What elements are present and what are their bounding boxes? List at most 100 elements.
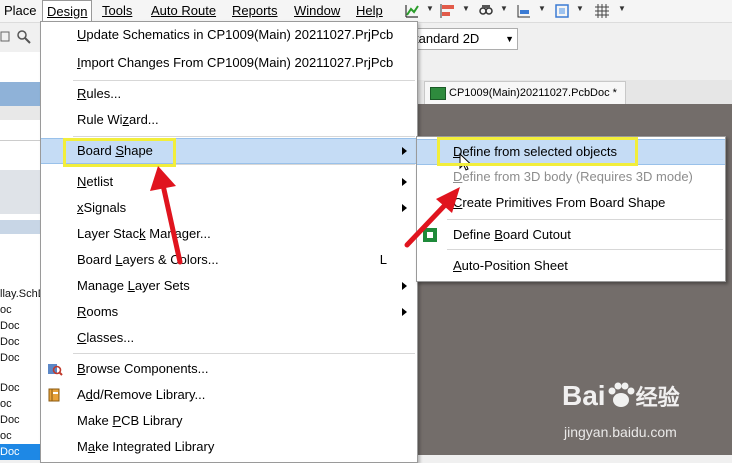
watermark-brand: Bai xyxy=(562,380,606,411)
accelerator-key: a xyxy=(87,439,96,454)
accelerator-key: d xyxy=(85,387,93,402)
zoom-icon[interactable] xyxy=(16,29,32,45)
menu-item-add-remove-library[interactable]: Add/Remove Library... xyxy=(41,382,417,408)
dimension-icon[interactable] xyxy=(516,3,532,19)
accelerator-key: x xyxy=(77,200,84,215)
menu-design[interactable]: Design xyxy=(42,0,93,23)
menu-separator xyxy=(73,353,415,354)
accelerator-key: R xyxy=(77,304,87,319)
menu-item-update-schematics[interactable]: Update Schematics in CP1009(Main) 202110… xyxy=(41,22,417,48)
menu-item-rules[interactable]: Rules... xyxy=(41,81,417,107)
menu-item-label: Classes... xyxy=(77,330,135,345)
interactive-routing-icon[interactable] xyxy=(404,3,420,19)
routing-dropdown-icon[interactable]: ▼ xyxy=(426,4,434,13)
document-tab[interactable]: CP1009(Main)20211027.PcbDoc * xyxy=(424,81,626,104)
menu-item-netlist[interactable]: Netlist xyxy=(41,169,417,195)
file-item[interactable]: llay.SchD xyxy=(0,286,40,302)
submenu-item-auto-position-sheet[interactable]: Auto-Position Sheet xyxy=(417,253,725,279)
file-item[interactable]: oc xyxy=(0,428,40,444)
menu-item-label: Netlist xyxy=(77,174,114,189)
file-item[interactable]: oc xyxy=(0,396,40,412)
find-dropdown-icon[interactable]: ▼ xyxy=(500,4,508,13)
menu-item-label: Make Integrated Library xyxy=(77,439,215,454)
accelerator-key: k xyxy=(139,226,146,241)
submenu-arrow-icon xyxy=(402,147,407,155)
submenu-arrow-icon xyxy=(402,204,407,212)
accelerator-key: R xyxy=(77,86,87,101)
menu-item-rule-wizard[interactable]: Rule Wizard... xyxy=(41,107,417,133)
menu-place[interactable]: Place xyxy=(0,0,41,22)
menu-item-browse-components[interactable]: Browse Components... xyxy=(41,356,417,382)
menu-item-import-changes[interactable]: Import Changes From CP1009(Main) 2021102… xyxy=(41,50,417,76)
projects-panel: llay.SchD oc Doc Doc Doc Doc oc Doc oc D… xyxy=(0,52,40,460)
align-icon[interactable] xyxy=(440,3,456,19)
menu-tools[interactable]: Tools xyxy=(98,0,136,22)
submenu-item-label: Create Primitives From Board Shape xyxy=(453,195,666,210)
accelerator-key: L xyxy=(115,252,123,267)
accelerator-key: I xyxy=(77,55,81,70)
menu-help[interactable]: Help xyxy=(352,0,387,22)
chevron-down-icon: ▼ xyxy=(505,34,514,44)
menu-item-label: Board Layers & Colors... xyxy=(77,252,219,267)
toolbar-grip-icon xyxy=(0,31,10,42)
paw-icon xyxy=(608,382,635,407)
submenu-item-label: Auto-Position Sheet xyxy=(453,258,568,273)
menu-item-rooms[interactable]: Rooms xyxy=(41,299,417,325)
room-icon[interactable] xyxy=(554,3,570,19)
board-cutout-icon xyxy=(423,228,437,242)
menu-separator xyxy=(447,219,723,220)
view-configuration-select[interactable]: tandard 2D ▼ xyxy=(412,28,518,50)
menu-reports[interactable]: Reports xyxy=(228,0,282,22)
file-item[interactable]: Doc xyxy=(0,334,40,350)
submenu-item-create-primitives[interactable]: Create Primitives From Board Shape xyxy=(417,190,725,216)
accelerator-key: C xyxy=(77,330,87,345)
room-dropdown-icon[interactable]: ▼ xyxy=(576,4,584,13)
menu-item-manage-layer-sets[interactable]: Manage Layer Sets xyxy=(41,273,417,299)
grid-dropdown-icon[interactable]: ▼ xyxy=(618,4,626,13)
callout-box-board-shape xyxy=(63,138,176,167)
file-item-selected[interactable]: Doc xyxy=(0,444,40,460)
submenu-item-define-board-cutout[interactable]: Define Board Cutout xyxy=(417,222,725,248)
accelerator-key: C xyxy=(453,195,463,210)
accelerator-key: B xyxy=(77,361,86,376)
pcb-document-icon xyxy=(430,87,446,100)
menu-item-label: Layer Stack Manager... xyxy=(77,226,211,241)
submenu-item-label: Define Board Cutout xyxy=(453,227,571,242)
design-menu: Update Schematics in CP1009(Main) 202110… xyxy=(40,21,418,463)
file-item[interactable]: Doc xyxy=(0,350,40,366)
menu-item-layer-stack-manager[interactable]: Layer Stack Manager... xyxy=(41,221,417,247)
menu-item-label: Manage Layer Sets xyxy=(77,278,190,293)
panel-row-selected xyxy=(0,220,40,234)
file-item[interactable]: Doc xyxy=(0,318,40,334)
watermark-url: jingyan.baidu.com xyxy=(564,424,677,440)
menu-item-label: Make PCB Library xyxy=(77,413,183,428)
menu-help-label: Help xyxy=(356,3,383,18)
document-tab-label: CP1009(Main)20211027.PcbDoc * xyxy=(449,87,617,99)
file-item[interactable]: oc xyxy=(0,302,40,318)
watermark-brand-cn: 经验 xyxy=(635,385,680,410)
menu-item-label: xSignals xyxy=(77,200,127,215)
menu-item-label: Rules... xyxy=(77,86,122,101)
menu-item-label: Browse Components... xyxy=(77,361,209,376)
menu-item-make-pcb-library[interactable]: Make PCB Library xyxy=(41,408,417,434)
menu-separator xyxy=(447,249,723,250)
menu-item-classes[interactable]: Classes... xyxy=(41,325,417,351)
align-dropdown-icon[interactable]: ▼ xyxy=(462,4,470,13)
grid-icon[interactable] xyxy=(594,3,610,19)
file-item[interactable]: Doc xyxy=(0,412,40,428)
menu-item-xsignals[interactable]: xSignals xyxy=(41,195,417,221)
find-icon[interactable] xyxy=(478,3,494,19)
file-item[interactable]: Doc xyxy=(0,380,40,396)
accelerator-key: N xyxy=(77,174,87,189)
menu-window[interactable]: Window xyxy=(290,0,344,22)
menu-design-label: Design xyxy=(47,4,88,19)
menu-item-label: Rooms xyxy=(77,304,119,319)
menu-item-make-integrated-library[interactable]: Make Integrated Library xyxy=(41,434,417,460)
panel-header xyxy=(0,82,40,106)
menu-auto-route[interactable]: Auto Route xyxy=(147,0,220,22)
menu-auto-route-label: Auto Route xyxy=(151,3,217,18)
menu-separator xyxy=(73,136,415,137)
menu-item-label: Import Changes From CP1009(Main) 2021102… xyxy=(77,55,394,70)
dimension-dropdown-icon[interactable]: ▼ xyxy=(538,4,546,13)
menu-item-board-layers-colors[interactable]: Board Layers & Colors... L xyxy=(41,247,417,273)
